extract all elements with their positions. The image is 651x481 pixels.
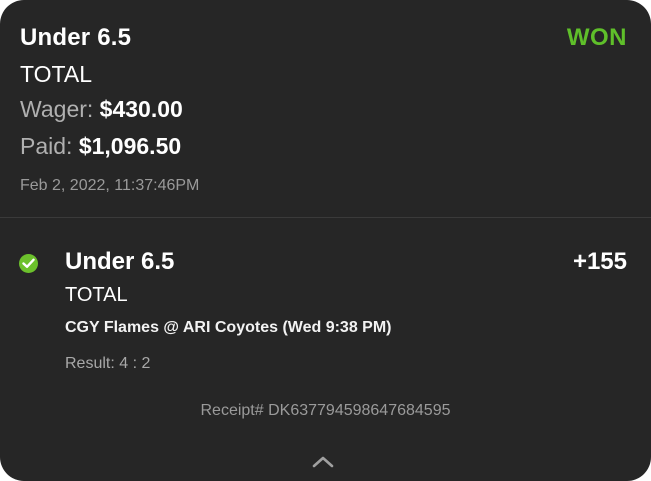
paid-label: Paid: (20, 133, 73, 159)
leg-odds: +155 (572, 248, 627, 275)
divider (0, 217, 651, 218)
leg-type: TOTAL (65, 284, 128, 306)
paid-line: Paid: $1,096.50 (20, 133, 181, 160)
wager-line: Wager: $430.00 (20, 96, 183, 123)
leg-title: Under 6.5 (65, 248, 175, 275)
placed-timestamp: Feb 2, 2022, 11:37:46PM (20, 177, 200, 194)
chevron-up-icon (312, 456, 334, 468)
paid-value: $1,096.50 (78, 133, 182, 159)
collapse-button[interactable] (309, 452, 337, 472)
leg-event: CGY Flames @ ARI Coyotes (Wed 9:38 PM) (65, 319, 392, 336)
status-badge: WON (566, 24, 627, 51)
bet-type: TOTAL (20, 61, 92, 87)
wager-label: Wager: (20, 96, 94, 122)
bet-title: Under 6.5 (20, 24, 132, 51)
leg-result: Result: 4 : 2 (65, 355, 151, 372)
wager-value: $430.00 (99, 96, 183, 122)
check-circle-icon (19, 254, 38, 273)
receipt-number: Receipt# DK637794598647684595 (200, 402, 451, 419)
bet-card: Under 6.5 WON TOTAL Wager: $430.00 Paid:… (0, 0, 651, 481)
